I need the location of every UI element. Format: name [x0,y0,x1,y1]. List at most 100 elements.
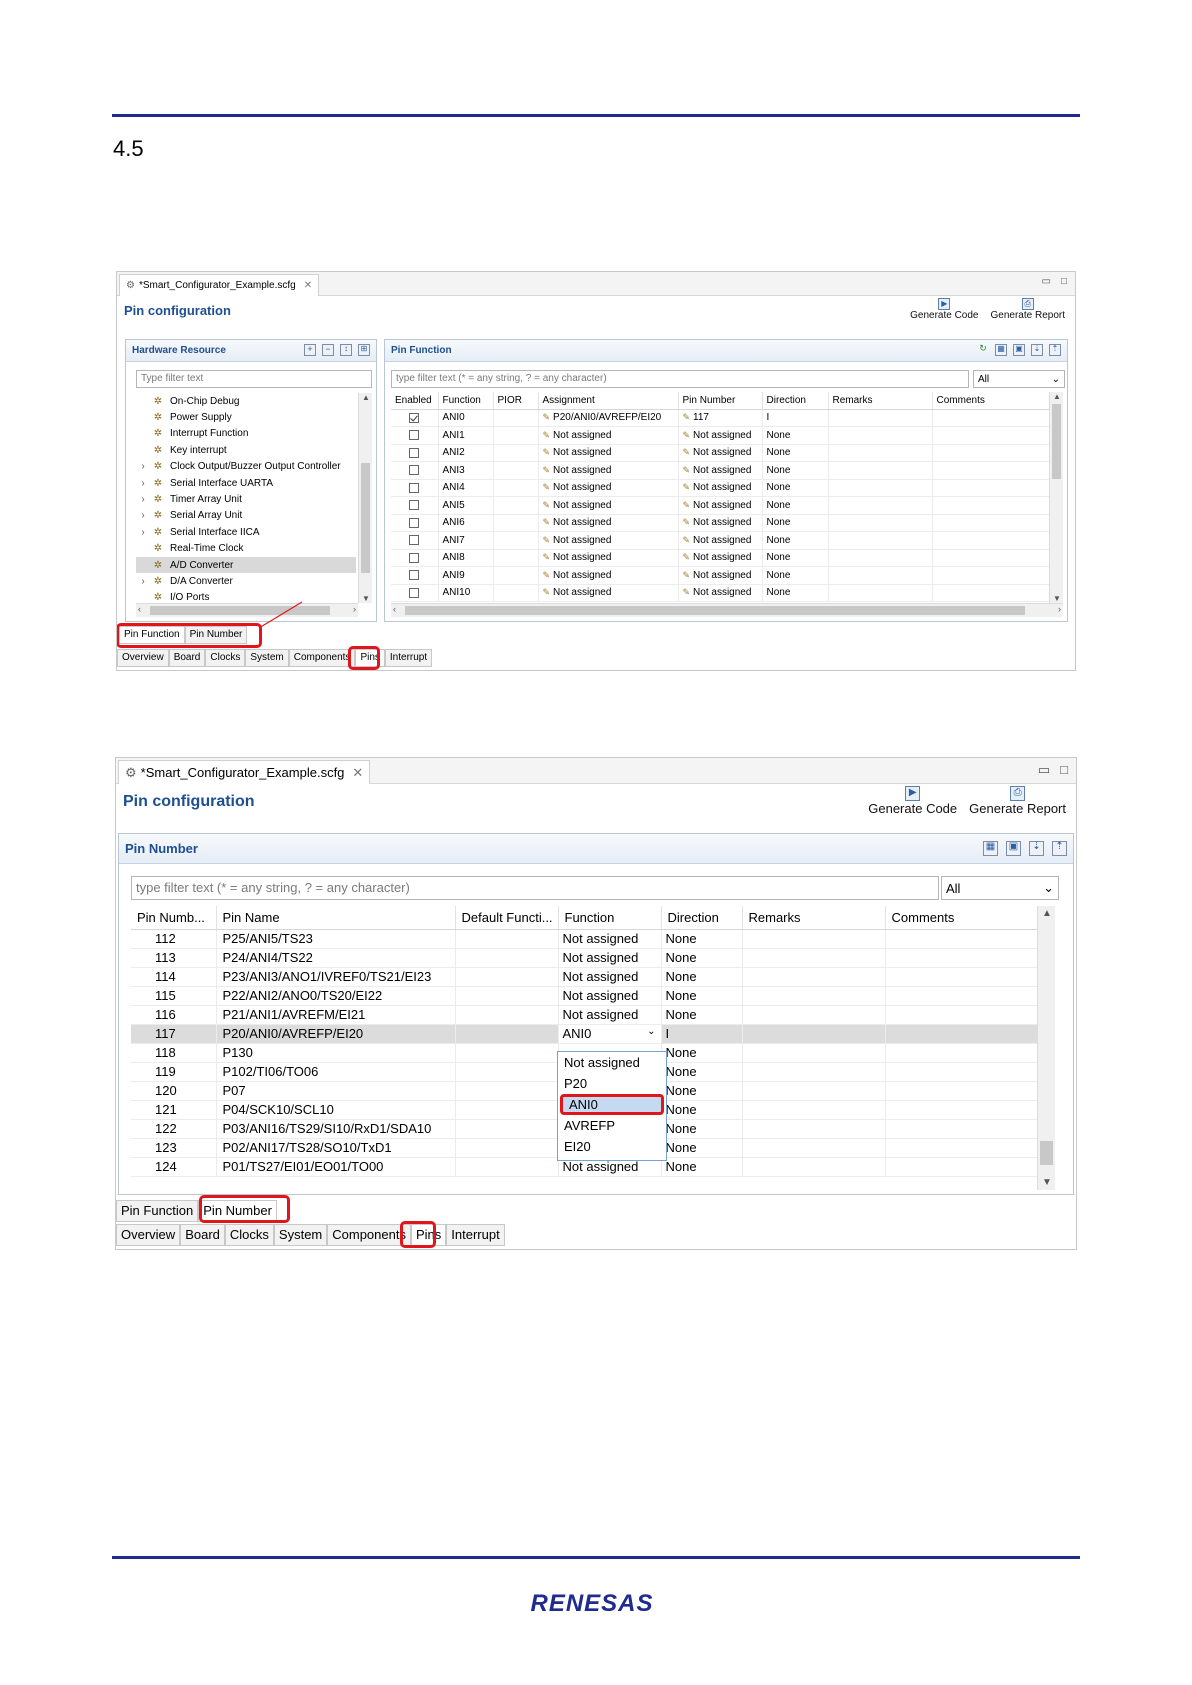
file-tab-2[interactable]: ⚙ *Smart_Configurator_Example.scfg ✕ [118,760,371,784]
remarks-cell[interactable] [742,1005,886,1025]
comments-cell[interactable] [932,461,1049,480]
filter-icon[interactable]: ▦ [983,841,998,856]
enabled-cell[interactable] [391,514,439,532]
comments-cell[interactable] [932,514,1049,532]
remarks-cell[interactable] [742,967,886,987]
hw-horizontal-scrollbar[interactable]: ‹ › [136,603,358,617]
function-cell[interactable]: Not assigned [558,967,662,987]
expand-all-icon[interactable]: + [304,344,316,356]
pf-column-header[interactable]: Enabled [391,392,439,410]
remarks-cell[interactable] [742,1043,886,1063]
pn-filter-select[interactable]: All ⌄ [941,876,1059,900]
function-dropdown-list[interactable]: Not assigned P20 ANI0 AVREFP EI20 [557,1051,667,1161]
chevron-right-icon[interactable]: › [136,510,150,521]
enabled-cell[interactable] [391,461,439,480]
function-cell[interactable]: Not assigned [558,948,662,968]
pn-column-header[interactable]: Pin Name [216,906,456,930]
tab-interrupt[interactable]: Interrupt [384,649,433,667]
pin-number-cell[interactable]: ✎ Not assigned [678,566,763,585]
comments-cell[interactable] [932,549,1049,567]
minimize-icon[interactable]: ▭ [1038,762,1050,778]
collapse-all-icon[interactable]: − [322,344,334,356]
pf-vertical-scrollbar[interactable]: ▲ ▼ [1049,392,1063,603]
pf-column-header[interactable]: Pin Number [678,392,763,410]
tab-board[interactable]: Board [180,1224,225,1246]
pf-filter-input[interactable]: type filter text (* = any string, ? = an… [391,370,969,388]
save-icon[interactable]: ▣ [1013,344,1025,356]
table-row[interactable]: ANI1 ✎ Not assigned ✎ Not assigned None [391,426,1049,445]
comments-cell[interactable] [885,1157,1037,1177]
remarks-cell[interactable] [742,986,886,1006]
assignment-cell[interactable]: ✎ Not assigned [538,479,679,497]
minimize-icon[interactable]: ▭ [1042,276,1051,287]
hw-tree-item[interactable]: › ✲ Serial Array Unit [136,508,356,524]
comments-cell[interactable] [885,1119,1037,1139]
pin-number-cell[interactable]: ✎ Not assigned [678,584,763,602]
comments-cell[interactable] [885,1062,1037,1082]
function-cell[interactable]: Not assigned [558,1005,662,1025]
pf-horizontal-scrollbar[interactable]: ‹ › [391,603,1063,617]
comments-cell[interactable] [932,566,1049,585]
table-row[interactable]: 115 P22/ANI2/ANO0/TS20/EI22 Not assigned No… [131,986,1037,1006]
comments-cell[interactable] [885,1024,1037,1044]
remarks-cell[interactable] [828,584,933,602]
pior-cell[interactable] [493,549,539,567]
enabled-cell[interactable] [391,479,439,497]
assignment-cell[interactable]: ✎ Not assigned [538,549,679,567]
enabled-checkbox[interactable] [409,535,420,546]
enabled-cell[interactable] [391,409,439,427]
chevron-right-icon[interactable]: › [136,478,150,489]
comments-cell[interactable] [885,1081,1037,1101]
table-row[interactable]: 113 P24/ANI4/TS22 Not assigned None [131,948,1037,968]
comments-cell[interactable] [885,948,1037,968]
enabled-checkbox[interactable] [409,517,420,528]
enabled-checkbox[interactable] [409,412,420,423]
pn-column-header[interactable]: Comments [885,906,1037,930]
pf-column-header[interactable]: Comments [932,392,1049,410]
pf-column-header[interactable]: Function [438,392,494,410]
remarks-cell[interactable] [828,566,933,585]
table-row[interactable]: 112 P25/ANI5/TS23 Not assigned None [131,929,1037,949]
comments-cell[interactable] [885,1005,1037,1025]
sort-icon[interactable]: ↕ [340,344,352,356]
hw-tree-item[interactable]: › ✲ D/A Converter [136,573,356,589]
import-icon[interactable]: ⇣ [1031,344,1043,356]
hw-tree-item[interactable]: ✲ Power Supply [136,409,356,425]
tab-interrupt[interactable]: Interrupt [446,1224,505,1246]
pior-cell[interactable] [493,584,539,602]
dropdown-option[interactable]: EI20 [558,1136,666,1157]
hw-tree-item[interactable]: ✲ On-Chip Debug [136,393,356,409]
save-icon[interactable]: ▣ [1006,841,1021,856]
comments-cell[interactable] [932,426,1049,445]
tab-overview[interactable]: Overview [116,1224,181,1246]
table-row[interactable]: ANI2 ✎ Not assigned ✎ Not assigned None [391,444,1049,462]
comments-cell[interactable] [932,409,1049,427]
hw-tree-item[interactable]: ✲ Real-Time Clock [136,541,356,557]
comments-cell[interactable] [932,496,1049,515]
remarks-cell[interactable] [828,426,933,445]
table-row[interactable]: 116 P21/ANI1/AVREFM/EI21 Not assigned None [131,1005,1037,1025]
tab-components[interactable]: Components [288,649,356,667]
generate-report-button[interactable]: ⎙ Generate Report [991,298,1065,321]
chevron-right-icon[interactable]: › [136,461,150,472]
maximize-icon[interactable]: □ [1061,276,1067,287]
comments-cell[interactable] [885,929,1037,949]
table-row[interactable]: ANI9 ✎ Not assigned ✎ Not assigned None [391,566,1049,585]
enabled-cell[interactable] [391,496,439,515]
close-icon[interactable]: ✕ [304,280,312,291]
function-cell[interactable]: ANI0 ⌄ [558,1024,662,1044]
dropdown-option[interactable]: ANI0 [560,1094,664,1115]
remarks-cell[interactable] [742,948,886,968]
table-row[interactable]: ANI8 ✎ Not assigned ✎ Not assigned None [391,549,1049,567]
import-icon[interactable]: ⇣ [1029,841,1044,856]
file-tab[interactable]: ⚙ *Smart_Configurator_Example.scfg ✕ [119,274,320,296]
pior-cell[interactable] [493,444,539,462]
export-icon[interactable]: ⇡ [1049,344,1061,356]
assignment-cell[interactable]: ✎ Not assigned [538,531,679,550]
comments-cell[interactable] [932,479,1049,497]
table-row[interactable]: ANI10 ✎ Not assigned ✎ Not assigned None [391,584,1049,602]
remarks-cell[interactable] [742,929,886,949]
hw-tree-item[interactable]: › ✲ Timer Array Unit [136,491,356,507]
pin-number-cell[interactable]: ✎ Not assigned [678,496,763,515]
pn-column-header[interactable]: Default Functi... [455,906,559,930]
